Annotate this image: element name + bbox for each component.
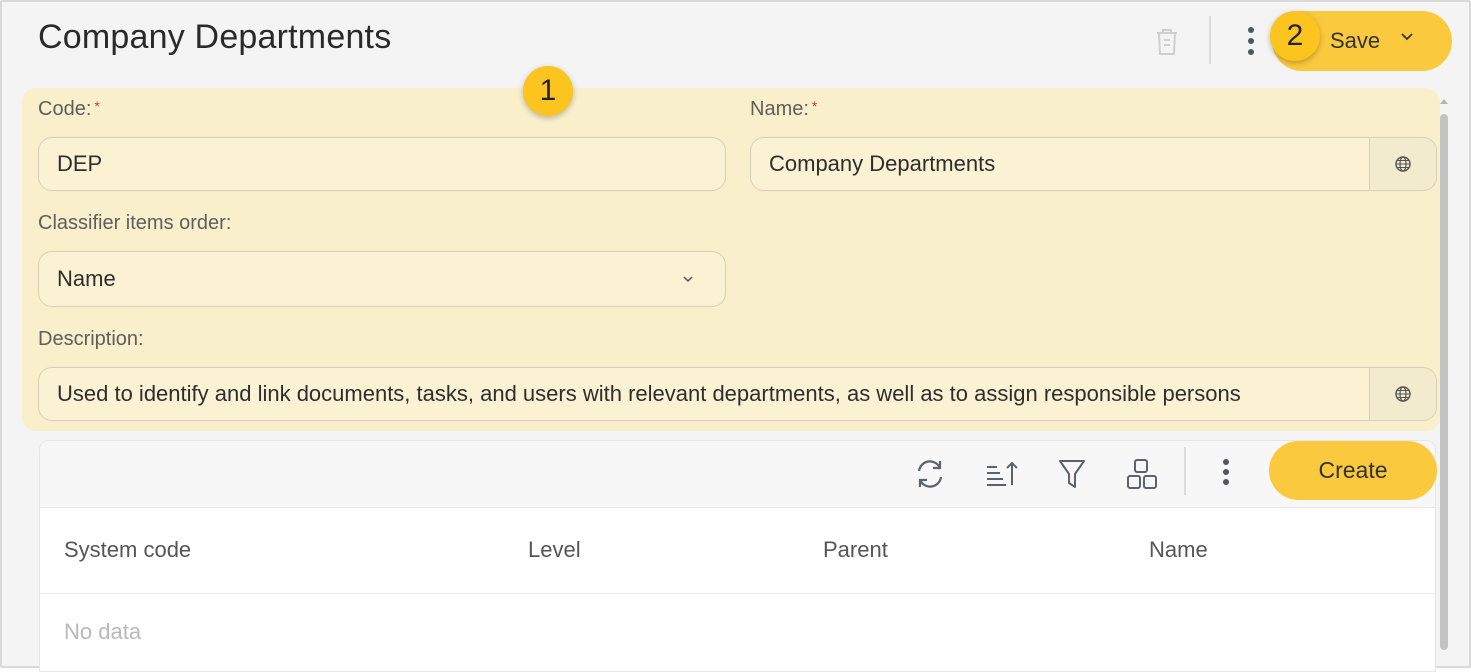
code-label: Code: * xyxy=(38,98,100,120)
more-vertical-icon xyxy=(1223,459,1229,465)
table-toolbar: Create xyxy=(40,441,1437,508)
group-icon xyxy=(1127,459,1157,489)
sort-button[interactable] xyxy=(981,454,1021,494)
column-header[interactable]: Name xyxy=(1149,537,1208,563)
toolbar-divider xyxy=(1184,447,1186,495)
more-options-button[interactable] xyxy=(1240,24,1262,58)
sort-icon xyxy=(987,461,1018,486)
code-field[interactable]: DEP xyxy=(38,137,726,191)
description-translate-button[interactable] xyxy=(1369,368,1436,420)
table-header: System code Level Parent Name xyxy=(40,508,1435,594)
page-title: Company Departments xyxy=(38,18,392,56)
vertical-scrollbar[interactable] xyxy=(1440,114,1448,650)
filter-button[interactable] xyxy=(1052,454,1092,494)
scroll-up-button[interactable] xyxy=(1439,96,1449,106)
filter-icon xyxy=(1059,460,1085,488)
code-value: DEP xyxy=(57,151,103,176)
required-marker: * xyxy=(811,98,818,114)
chevron-down-icon xyxy=(1401,33,1413,41)
window-frame: Company Departments Save Code: * DEP Name… xyxy=(0,0,1471,672)
table-more-button[interactable] xyxy=(1216,457,1236,487)
name-translate-button[interactable] xyxy=(1369,138,1436,190)
column-header[interactable]: System code xyxy=(64,537,191,563)
callout-badge-1: 1 xyxy=(523,66,573,116)
create-button[interactable]: Create xyxy=(1269,441,1437,500)
refresh-icon xyxy=(917,460,943,488)
trash-icon xyxy=(1157,29,1177,55)
order-value: Name xyxy=(57,266,116,291)
callout-badge-2: 2 xyxy=(1270,11,1320,61)
delete-button[interactable] xyxy=(1150,22,1184,62)
header-divider xyxy=(1209,16,1211,64)
globe-icon xyxy=(1395,386,1411,402)
empty-state-text: No data xyxy=(64,619,142,644)
caret-up-icon xyxy=(1440,99,1448,104)
name-value: Company Departments xyxy=(769,151,996,176)
group-button[interactable] xyxy=(1122,454,1162,494)
description-value: Used to identify and link documents, tas… xyxy=(57,381,1241,406)
column-header[interactable]: Parent xyxy=(823,537,888,563)
chevron-down-icon xyxy=(683,276,693,283)
order-label: Classifier items order: xyxy=(38,212,232,234)
description-field[interactable]: Used to identify and link documents, tas… xyxy=(38,367,1437,421)
name-label: Name: * xyxy=(750,98,818,120)
required-marker: * xyxy=(94,98,100,114)
items-table-panel: Create System code Level Parent Name No … xyxy=(39,440,1437,672)
refresh-button[interactable] xyxy=(910,454,950,494)
globe-icon xyxy=(1395,156,1411,172)
description-label: Description: xyxy=(38,328,144,350)
order-select[interactable]: Name xyxy=(38,251,726,307)
more-vertical-icon xyxy=(1248,27,1254,33)
name-field[interactable]: Company Departments xyxy=(750,137,1437,191)
column-header[interactable]: Level xyxy=(528,537,581,563)
save-button-label: Save xyxy=(1330,28,1381,53)
